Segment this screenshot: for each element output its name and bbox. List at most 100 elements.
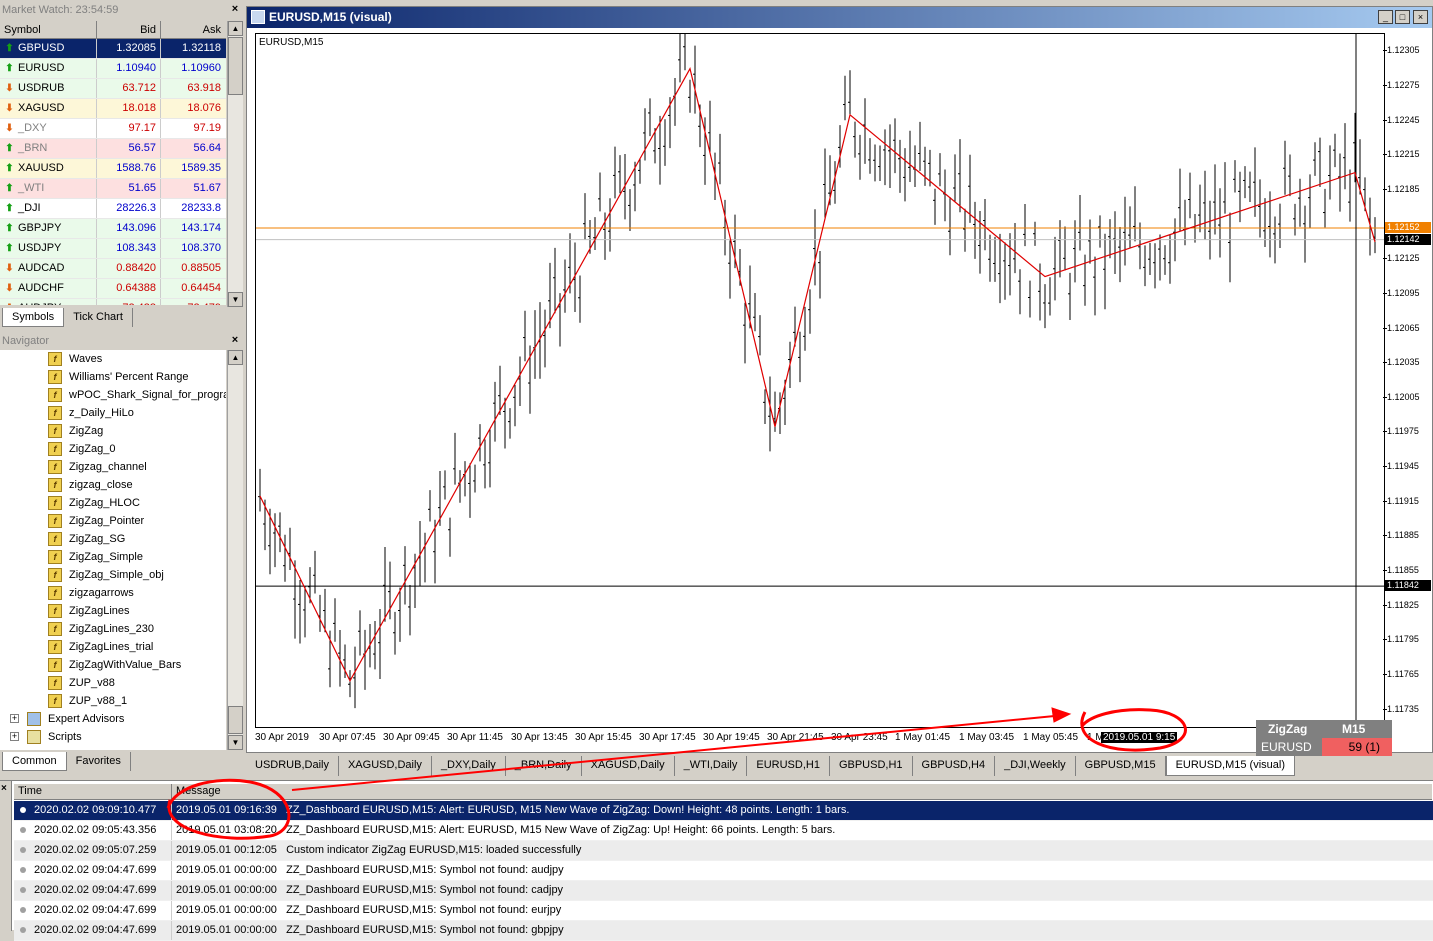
scroll-up-icon[interactable]: ▲	[228, 350, 243, 365]
column-bid[interactable]: Bid	[97, 21, 161, 38]
candle-bar	[913, 145, 916, 188]
minimize-icon[interactable]: _	[1378, 10, 1393, 24]
navigator-group-item[interactable]: + Expert Advisors	[0, 710, 226, 728]
journal-row[interactable]: 2020.02.02 09:04:47.699 2019.05.01 00:00:…	[14, 921, 1433, 941]
close-icon[interactable]: ×	[229, 334, 241, 346]
expand-icon[interactable]: +	[10, 714, 19, 723]
candle-bar	[1128, 206, 1131, 248]
symbol-row[interactable]: ⬆ XAUUSD 1588.76 1589.35	[0, 159, 226, 179]
price-chart[interactable]: EURUSD,M15 ZigZag M15 EURUSD 59 (1)	[255, 33, 1392, 756]
tab-common[interactable]: Common	[2, 752, 67, 771]
journal-row[interactable]: 2020.02.02 09:05:07.259 2019.05.01 00:12:…	[14, 841, 1433, 861]
symbol-row[interactable]: ⬇ USDRUB 63.712 63.918	[0, 79, 226, 99]
column-ask[interactable]: Ask	[161, 21, 225, 38]
navigator-indicator-item[interactable]: f Waves	[0, 350, 226, 368]
navigator-indicator-item[interactable]: f ZigZag_Pointer	[0, 512, 226, 530]
scroll-down-icon[interactable]: ▼	[228, 292, 243, 307]
market-watch-scrollbar[interactable]: ▲ ▼	[227, 21, 243, 307]
symbol-row[interactable]: ⬆ _WTI 51.65 51.67	[0, 179, 226, 199]
close-icon[interactable]: ×	[229, 3, 241, 15]
scroll-up-icon[interactable]: ▲	[228, 21, 243, 36]
scroll-down-icon[interactable]: ▼	[228, 735, 243, 750]
candle-bar	[1098, 215, 1101, 248]
expand-icon[interactable]: +	[10, 732, 19, 741]
navigator-indicator-item[interactable]: f ZigZagLines_230	[0, 620, 226, 638]
arrow-up-icon: ⬆	[5, 143, 14, 154]
candle-bar	[763, 389, 766, 425]
bid-cell: 0.88420	[97, 259, 161, 278]
time-tick-label: 30 Apr 2019	[255, 732, 309, 743]
navigator-indicator-item[interactable]: f ZigZag	[0, 422, 226, 440]
navigator-indicator-item[interactable]: f ZigZag_0	[0, 440, 226, 458]
chart-tab[interactable]: _BRN,Daily	[506, 756, 582, 776]
symbol-row[interactable]: ⬆ GBPJPY 143.096 143.174	[0, 219, 226, 239]
navigator-indicator-item[interactable]: f zigzagarrows	[0, 584, 226, 602]
chart-tab[interactable]: XAGUSD,Daily	[582, 756, 675, 776]
navigator-indicator-item[interactable]: f ZigZag_Simple_obj	[0, 566, 226, 584]
chart-tab[interactable]: XAGUSD,Daily	[339, 756, 432, 776]
column-message[interactable]: Message	[172, 784, 1432, 799]
symbol-cell: ⬇ _DXY	[0, 119, 97, 138]
navigator-indicator-item[interactable]: f ZigZag_Simple	[0, 548, 226, 566]
ask-cell: 0.88505	[181, 262, 221, 274]
price-tick-label: 1.12275	[1383, 79, 1420, 90]
symbol-row[interactable]: ⬆ _DJI 28226.3 28233.8	[0, 199, 226, 219]
symbol-row[interactable]: ⬆ EURUSD 1.10940 1.10960	[0, 59, 226, 79]
column-time[interactable]: Time	[14, 784, 172, 799]
navigator-indicator-item[interactable]: f ZigZag_HLOC	[0, 494, 226, 512]
tab-symbols[interactable]: Symbols	[2, 308, 65, 327]
navigator-indicator-item[interactable]: f zigzag_close	[0, 476, 226, 494]
chart-tab[interactable]: _WTI,Daily	[675, 756, 748, 776]
journal-row[interactable]: 2020.02.02 09:04:47.699 2019.05.01 00:00:…	[14, 881, 1433, 901]
journal-row[interactable]: 2020.02.02 09:09:10.477 2019.05.01 09:16:…	[14, 801, 1433, 821]
navigator-indicator-item[interactable]: f ZUP_v88_1	[0, 692, 226, 710]
journal-time: 2020.02.02 09:04:47.699	[14, 921, 172, 940]
navigator-item-label: ZigZag_HLOC	[69, 497, 140, 509]
symbol-row[interactable]: ⬇ XAGUSD 18.018 18.076	[0, 99, 226, 119]
candle-bar	[1333, 133, 1336, 168]
candle-bar	[473, 464, 476, 493]
column-symbol[interactable]: Symbol	[0, 21, 97, 38]
terminal-sidebar: ×	[0, 781, 12, 931]
journal-row[interactable]: 2020.02.02 09:04:47.699 2019.05.01 00:00:…	[14, 901, 1433, 921]
scroll-thumb[interactable]	[228, 37, 243, 95]
navigator-scrollbar[interactable]: ▲ ▼	[227, 350, 243, 750]
tab-tick-chart[interactable]: Tick Chart	[64, 308, 133, 327]
navigator-indicator-item[interactable]: f ZigZagLines	[0, 602, 226, 620]
chart-tab[interactable]: USDRUB,Daily	[246, 756, 339, 776]
navigator-indicator-item[interactable]: f Zigzag_channel	[0, 458, 226, 476]
chart-tab[interactable]: EURUSD,H1	[747, 756, 830, 776]
scroll-thumb[interactable]	[228, 706, 243, 734]
candle-bar	[743, 302, 746, 364]
symbol-row[interactable]: ⬇ AUDCAD 0.88420 0.88505	[0, 259, 226, 279]
symbol-row[interactable]: ⬆ _BRN 56.57 56.64	[0, 139, 226, 159]
close-icon[interactable]: ×	[1413, 10, 1428, 24]
symbol-row[interactable]: ⬆ GBPUSD 1.32085 1.32118	[0, 39, 226, 59]
journal-message: 2019.05.01 00:00:00 ZZ_Dashboard EURUSD,…	[176, 904, 562, 916]
maximize-icon[interactable]: □	[1395, 10, 1410, 24]
journal-row[interactable]: 2020.02.02 09:05:43.356 2019.05.01 03:08:…	[14, 821, 1433, 841]
symbol-row[interactable]: ⬇ _DXY 97.17 97.19	[0, 119, 226, 139]
chart-tab[interactable]: EURUSD,M15 (visual)	[1165, 756, 1295, 776]
navigator-indicator-item[interactable]: f ZigZagWithValue_Bars	[0, 656, 226, 674]
navigator-indicator-item[interactable]: f ZUP_v88	[0, 674, 226, 692]
navigator-indicator-item[interactable]: f ZigZag_SG	[0, 530, 226, 548]
chart-tab[interactable]: _DJI,Weekly	[995, 756, 1076, 776]
navigator-group-item[interactable]: + Scripts	[0, 728, 226, 746]
navigator-indicator-item[interactable]: f wPOC_Shark_Signal_for_progra	[0, 386, 226, 404]
chart-tab[interactable]: GBPUSD,M15	[1076, 756, 1166, 776]
chart-tab[interactable]: _DXY,Daily	[432, 756, 506, 776]
navigator-indicator-item[interactable]: f z_Daily_HiLo	[0, 404, 226, 422]
candle-bar	[533, 310, 536, 379]
tab-favorites[interactable]: Favorites	[67, 752, 131, 771]
close-icon[interactable]: ×	[1, 783, 7, 794]
navigator-indicator-item[interactable]: f ZigZagLines_trial	[0, 638, 226, 656]
symbol-row[interactable]: ⬇ AUDCHF 0.64388 0.64454	[0, 279, 226, 299]
chart-tab[interactable]: GBPUSD,H4	[913, 756, 996, 776]
symbol-row[interactable]: ⬇AUDJPY72.43872.479	[0, 299, 226, 305]
chart-tab[interactable]: GBPUSD,H1	[830, 756, 913, 776]
journal-row[interactable]: 2020.02.02 09:04:47.699 2019.05.01 00:00:…	[14, 861, 1433, 881]
price-tick-label: 1.11855	[1383, 565, 1419, 576]
navigator-indicator-item[interactable]: f Williams' Percent Range	[0, 368, 226, 386]
symbol-row[interactable]: ⬆ USDJPY 108.343 108.370	[0, 239, 226, 259]
